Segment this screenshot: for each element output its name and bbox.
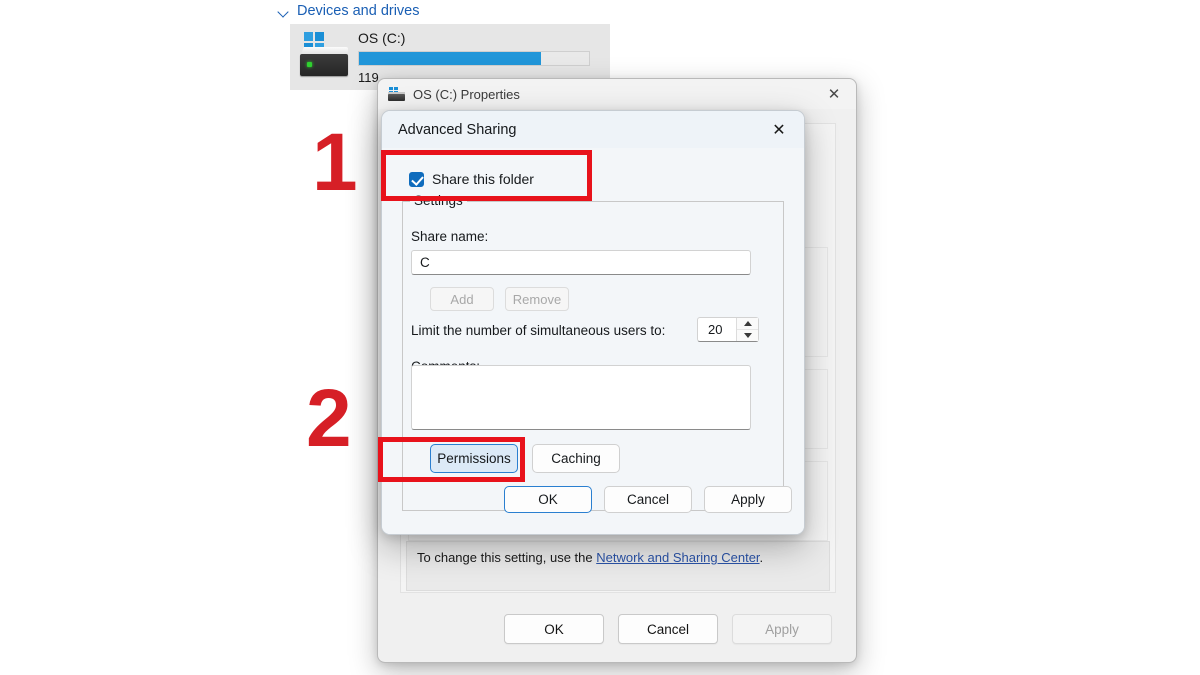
network-and-sharing-center-link[interactable]: Network and Sharing Center bbox=[596, 550, 759, 565]
share-this-folder-label: Share this folder bbox=[432, 171, 534, 187]
drive-usage-bar bbox=[358, 51, 590, 66]
advanced-sharing-title-label: Advanced Sharing bbox=[398, 121, 517, 138]
permissions-button[interactable]: Permissions bbox=[430, 444, 518, 473]
properties-titlebar: OS (C:) Properties ✕ bbox=[378, 79, 856, 109]
annotation-step-2: 2 bbox=[306, 373, 352, 464]
share-name-label: Share name: bbox=[411, 229, 489, 244]
advanced-sharing-cancel-button[interactable]: Cancel bbox=[604, 486, 692, 513]
drive-led-icon bbox=[307, 62, 312, 67]
advanced-sharing-dialog: Advanced Sharing ✕ Share this folder Set… bbox=[381, 110, 805, 535]
screenshot-root: Devices and drives OS (C:) 119 OS (C:) P… bbox=[0, 0, 1200, 675]
note-prefix: To change this setting, use the bbox=[417, 550, 597, 565]
properties-ok-button[interactable]: OK bbox=[504, 614, 604, 644]
drive-free-space-label: 119 bbox=[358, 70, 379, 85]
comments-input[interactable] bbox=[411, 365, 751, 430]
remove-button: Remove bbox=[505, 287, 569, 311]
advanced-sharing-footer: OK Cancel Apply bbox=[382, 474, 804, 534]
add-button: Add bbox=[430, 287, 494, 311]
share-this-folder-row[interactable]: Share this folder bbox=[409, 171, 534, 187]
simultaneous-users-label: Limit the number of simultaneous users t… bbox=[411, 323, 666, 338]
annotation-step-1: 1 bbox=[312, 117, 358, 208]
share-name-input[interactable]: C bbox=[411, 250, 751, 275]
caching-button[interactable]: Caching bbox=[532, 444, 620, 473]
hard-drive-icon bbox=[298, 30, 352, 84]
devices-and-drives-label: Devices and drives bbox=[297, 3, 420, 19]
share-name-value: C bbox=[420, 255, 430, 270]
network-sharing-note: To change this setting, use the Network … bbox=[406, 541, 830, 591]
share-this-folder-checkbox[interactable] bbox=[409, 171, 424, 187]
advanced-sharing-ok-button[interactable]: OK bbox=[504, 486, 592, 513]
close-icon[interactable]: ✕ bbox=[812, 79, 856, 109]
properties-footer: OK Cancel Apply bbox=[378, 602, 856, 662]
chevron-down-icon[interactable] bbox=[278, 5, 290, 17]
simultaneous-users-stepper[interactable]: 20 bbox=[697, 317, 759, 342]
properties-cancel-button[interactable]: Cancel bbox=[618, 614, 718, 644]
simultaneous-users-value: 20 bbox=[708, 322, 723, 337]
devices-and-drives-header[interactable]: Devices and drives bbox=[278, 3, 420, 19]
advanced-sharing-apply-button[interactable]: Apply bbox=[704, 486, 792, 513]
settings-group-label: Settings bbox=[410, 193, 467, 208]
hard-drive-icon bbox=[388, 87, 405, 101]
note-suffix: . bbox=[759, 550, 764, 565]
properties-title-label: OS (C:) Properties bbox=[413, 86, 520, 102]
stepper-up-icon[interactable] bbox=[737, 318, 758, 330]
advanced-sharing-body: Share this folder Settings Share name: C… bbox=[382, 148, 804, 534]
stepper-arrows[interactable] bbox=[736, 318, 758, 341]
drive-name-label: OS (C:) bbox=[358, 30, 406, 46]
stepper-down-icon[interactable] bbox=[737, 330, 758, 341]
close-icon[interactable]: ✕ bbox=[760, 116, 798, 144]
properties-apply-button: Apply bbox=[732, 614, 832, 644]
advanced-sharing-titlebar: Advanced Sharing ✕ bbox=[382, 111, 804, 148]
